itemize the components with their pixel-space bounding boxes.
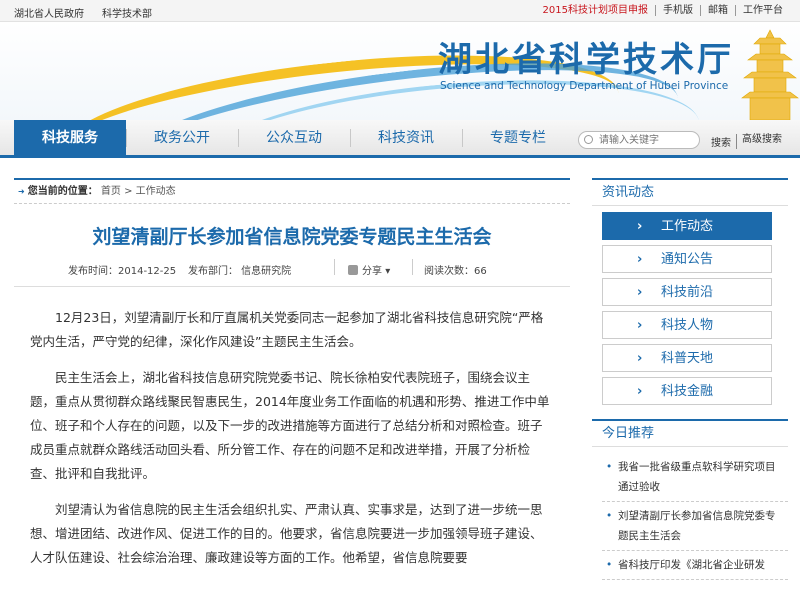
link-mobile-version[interactable]: 手机版	[655, 5, 700, 16]
publish-date: 发布时间：2014-12-25	[68, 266, 177, 277]
sidebar-item-popular-science[interactable]: › 科普天地	[602, 344, 772, 372]
top-utility-bar: 湖北省人民政府 科学技术部 2015科技计划项目申报 手机版 邮箱 工作平台	[0, 0, 800, 22]
chevron-down-icon: ▾	[385, 266, 391, 277]
article-paragraph: 刘望清认为省信息院的民主生活会组织扎实、严肃认真、实事求是，达到了进一步统一思想…	[30, 502, 543, 565]
article-title: 刘望清副厅长参加省信息院党委专题民主生活会	[92, 226, 492, 248]
recommend-list: 我省一批省级重点软科学研究项目通过验收 刘望清副厅长参加省信息院党委专题民主生活…	[592, 453, 788, 580]
header-banner: 湖北省科学技术厅 Science and Technology Departme…	[0, 22, 800, 120]
sidebar-menu: › 工作动态 › 通知公告 › 科技前沿 › 科技人物 › 科普天地 › 科技金融	[592, 212, 788, 405]
sidebar-item-notices[interactable]: › 通知公告	[602, 245, 772, 273]
search-input[interactable]	[599, 134, 697, 147]
search-button[interactable]: 搜索	[706, 134, 736, 149]
link-mailbox[interactable]: 邮箱	[700, 5, 735, 16]
sidebar-item-tech-frontier[interactable]: › 科技前沿	[602, 278, 772, 306]
sidebar-item-label: 工作动态	[661, 219, 714, 234]
sidebar-item-work-news[interactable]: › 工作动态	[602, 212, 772, 240]
breadcrumb: ➜ 您当前的位置： 首页 > 工作动态	[14, 178, 570, 204]
nav-tech-news[interactable]: 科技资讯	[350, 120, 462, 155]
sidebar-section-title: 资讯动态	[592, 178, 788, 206]
recommend-item[interactable]: 省科技厅印发《湖北省企业研发	[602, 551, 788, 580]
recommend-item[interactable]: 我省一批省级重点软科学研究项目通过验收	[602, 453, 788, 502]
sidebar-item-label: 科技金融	[661, 384, 714, 399]
chevron-right-icon: ›	[637, 318, 643, 333]
share-label: 分享	[362, 266, 382, 277]
meta-divider	[334, 259, 335, 275]
chevron-right-icon: ›	[637, 384, 643, 399]
link-plan-application[interactable]: 2015科技计划项目申报	[536, 5, 655, 16]
search-box[interactable]	[578, 131, 700, 149]
nav-tech-services[interactable]: 科技服务	[14, 120, 126, 155]
sidebar-item-label: 通知公告	[661, 252, 714, 267]
site-title: 湖北省科学技术厅	[438, 40, 734, 80]
article-panel: ➜ 您当前的位置： 首页 > 工作动态 刘望清副厅长参加省信息院党委专题民主生活会…	[14, 178, 570, 596]
recommend-item[interactable]: 刘望清副厅长参加省信息院党委专题民主生活会	[602, 502, 788, 551]
share-icon	[348, 265, 358, 275]
sidebar-item-tech-finance[interactable]: › 科技金融	[602, 377, 772, 405]
nav-public-interaction[interactable]: 公众互动	[238, 120, 350, 155]
chevron-right-icon: ›	[637, 252, 643, 267]
link-work-platform[interactable]: 工作平台	[735, 5, 790, 16]
link-ministry-of-science[interactable]: 科学技术部	[102, 5, 152, 20]
arrow-right-icon: ➜	[18, 187, 25, 196]
top-right-links: 2015科技计划项目申报 手机版 邮箱 工作平台	[536, 5, 790, 16]
search-links: 搜索 高级搜索	[706, 134, 787, 149]
publish-department: 发布部门： 信息研究院	[188, 266, 292, 277]
breadcrumb-current[interactable]: 工作动态	[136, 186, 176, 197]
article-paragraph: 12月23日，刘望清副厅长和厅直属机关党委同志一起参加了湖北省科技信息研究院“严…	[30, 310, 544, 349]
sidebar-item-tech-people[interactable]: › 科技人物	[602, 311, 772, 339]
chevron-right-icon: ›	[637, 351, 643, 366]
sidebar: 资讯动态 › 工作动态 › 通知公告 › 科技前沿 › 科技人物 › 科普天地 › 科技金融…	[592, 178, 788, 580]
breadcrumb-label: 您当前的位置：	[27, 186, 98, 197]
advanced-search-link[interactable]: 高级搜索	[736, 134, 787, 149]
chevron-right-icon: ›	[637, 285, 643, 300]
site-subtitle-en: Science and Technology Department of Hub…	[440, 80, 729, 92]
article-paragraph: 民主生活会上，湖北省科技信息研究院党委书记、院长徐柏安代表院班子，围绕会议主题，…	[30, 370, 550, 481]
sidebar-item-label: 科普天地	[661, 351, 714, 366]
top-left-links: 湖北省人民政府 科学技术部	[14, 5, 152, 20]
breadcrumb-separator: >	[124, 186, 133, 197]
link-hubei-government[interactable]: 湖北省人民政府	[14, 5, 84, 20]
search-icon	[584, 135, 593, 144]
yellow-crane-tower-icon	[741, 29, 799, 120]
meta-divider	[412, 259, 413, 275]
sidebar-item-label: 科技人物	[661, 318, 714, 333]
article-body: 12月23日，刘望清副厅长和厅直属机关党委同志一起参加了湖北省科技信息研究院“严…	[14, 306, 554, 582]
nav-special-topics[interactable]: 专题专栏	[462, 120, 574, 155]
share-button[interactable]: 分享 ▾	[348, 262, 390, 277]
title-divider	[14, 286, 570, 287]
recommend-title: 今日推荐	[592, 419, 788, 447]
nav-government-affairs[interactable]: 政务公开	[126, 120, 238, 155]
view-count: 阅读次数：66	[424, 266, 487, 277]
chevron-right-icon: ›	[637, 219, 643, 234]
breadcrumb-home[interactable]: 首页	[101, 186, 121, 197]
sidebar-item-label: 科技前沿	[661, 285, 714, 300]
